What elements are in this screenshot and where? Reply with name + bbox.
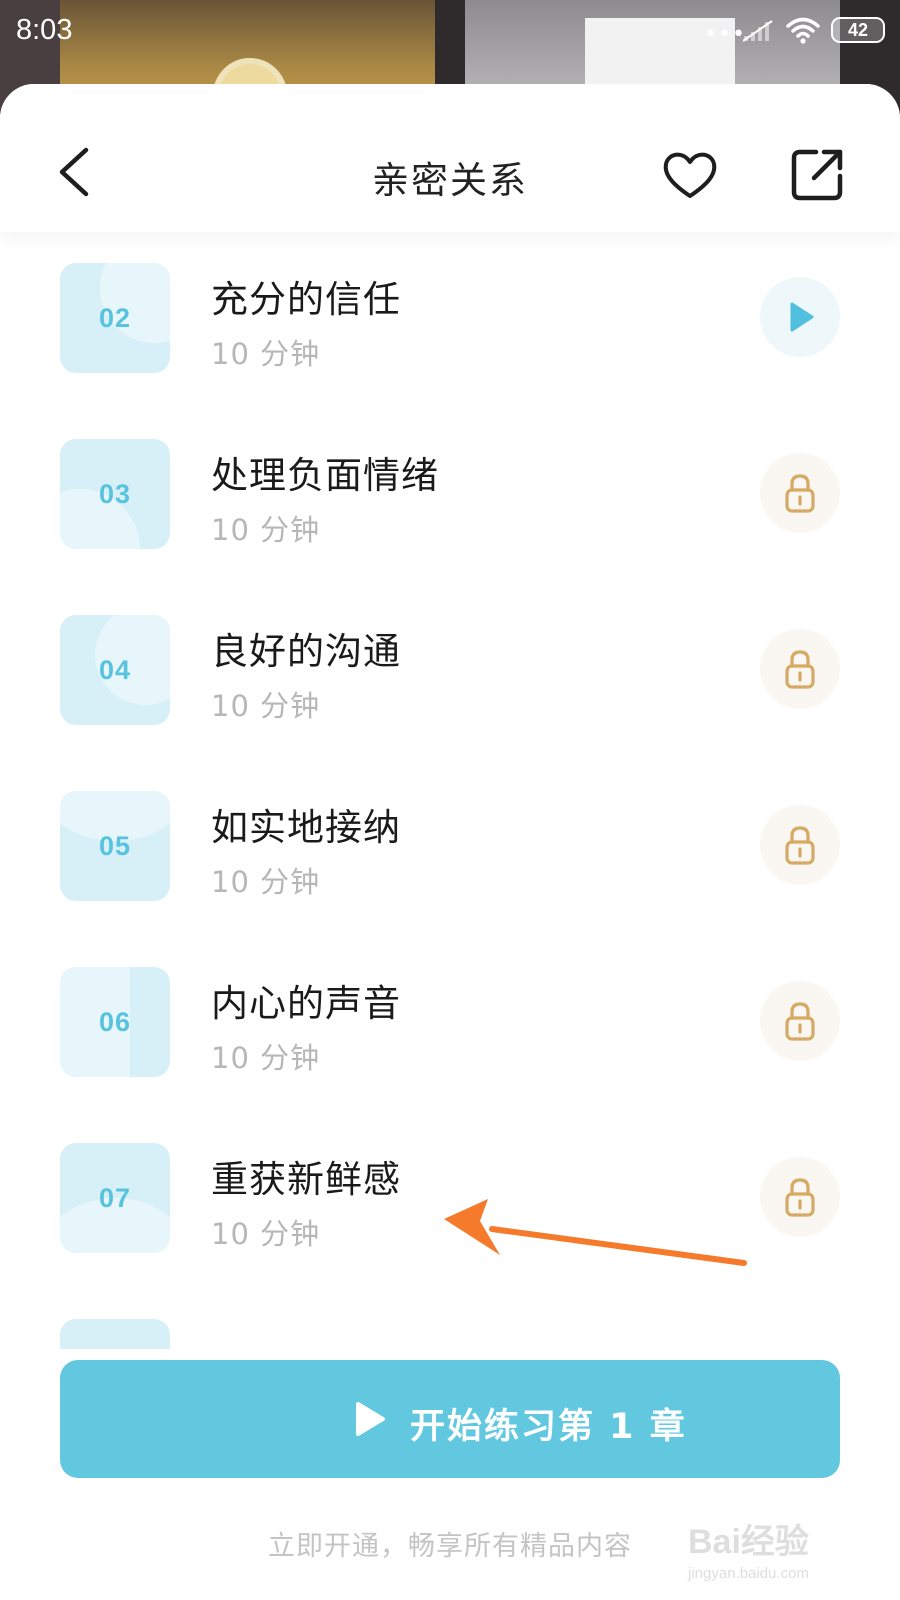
share-external-icon[interactable] bbox=[790, 146, 846, 202]
lesson-title: 处理负面情绪 bbox=[211, 454, 439, 497]
start-practice-button[interactable]: 开始练习第 1 章 bbox=[60, 1360, 840, 1478]
lesson-number: 05 bbox=[98, 831, 132, 861]
lesson-number: 06 bbox=[98, 1007, 132, 1037]
locked-badge[interactable] bbox=[760, 805, 840, 885]
annotation-arrow bbox=[444, 1199, 747, 1266]
header-bar: 亲密关系 bbox=[0, 84, 900, 232]
lesson-thumbnail: 04 bbox=[60, 615, 170, 725]
play-icon bbox=[356, 1402, 385, 1436]
lesson-title: 如实地接纳 bbox=[211, 806, 401, 849]
heart-outline-icon[interactable] bbox=[658, 146, 722, 202]
locked-badge[interactable] bbox=[760, 1157, 840, 1237]
lock-icon bbox=[785, 826, 815, 865]
lesson-thumbnail: 06 bbox=[60, 967, 170, 1077]
lesson-number: 02 bbox=[98, 303, 132, 333]
wifi-icon bbox=[786, 17, 820, 44]
status-bar: 8:03 ••• 42 bbox=[0, 0, 900, 62]
locked-badge[interactable] bbox=[760, 629, 840, 709]
locked-badge[interactable] bbox=[760, 981, 840, 1061]
play-button[interactable] bbox=[760, 277, 840, 357]
page-title: 亲密关系 bbox=[372, 159, 528, 202]
lock-icon bbox=[785, 474, 815, 513]
lesson-number: 04 bbox=[98, 655, 132, 685]
lesson-duration: 10 分钟 bbox=[211, 865, 321, 899]
lesson-duration: 10 分钟 bbox=[211, 337, 321, 371]
lesson-duration: 10 分钟 bbox=[211, 689, 321, 723]
lesson-duration: 10 分钟 bbox=[211, 513, 321, 547]
signal-icon bbox=[743, 20, 773, 42]
battery-indicator: 42 bbox=[831, 17, 885, 43]
locked-badge[interactable] bbox=[760, 453, 840, 533]
lock-icon bbox=[785, 650, 815, 689]
play-icon bbox=[790, 302, 814, 332]
lesson-thumbnail: 05 bbox=[60, 791, 170, 901]
lock-icon bbox=[785, 1002, 815, 1041]
status-dots: ••• bbox=[704, 22, 746, 47]
lesson-number: 03 bbox=[98, 479, 132, 509]
lesson-title: 充分的信任 bbox=[211, 278, 401, 321]
watermark: Bai经验 jingyan.baidu.com bbox=[688, 1514, 868, 1586]
lesson-duration: 10 分钟 bbox=[211, 1217, 321, 1251]
lesson-title: 重获新鲜感 bbox=[211, 1158, 401, 1201]
status-time: 8:03 bbox=[16, 14, 73, 46]
lesson-thumbnail bbox=[60, 1319, 170, 1349]
watermark-url: jingyan.baidu.com bbox=[688, 1565, 809, 1582]
list-item[interactable]: 05 如实地接纳 10 分钟 bbox=[0, 791, 900, 971]
lesson-title: 内心的声音 bbox=[211, 982, 401, 1025]
bottom-sheet: 亲密关系 02 充分的信任 10 分钟 03 处理负面情绪 10 分钟 04 良… bbox=[0, 84, 900, 1600]
lesson-thumbnail: 03 bbox=[60, 439, 170, 549]
lock-icon bbox=[785, 1178, 815, 1217]
lesson-title: 良好的沟通 bbox=[211, 630, 401, 673]
list-item[interactable]: 02 充分的信任 10 分钟 bbox=[0, 263, 900, 443]
start-button-label: 开始练习第 1 章 bbox=[410, 1407, 687, 1447]
lesson-thumbnail: 07 bbox=[60, 1143, 170, 1253]
lesson-thumbnail: 02 bbox=[60, 263, 170, 373]
list-item[interactable]: 06 内心的声音 10 分钟 bbox=[0, 967, 900, 1147]
lesson-duration: 10 分钟 bbox=[211, 1041, 321, 1075]
list-item[interactable]: 03 处理负面情绪 10 分钟 bbox=[0, 439, 900, 619]
lesson-number: 07 bbox=[98, 1183, 132, 1213]
watermark-logo: Bai经验 bbox=[688, 1523, 809, 1561]
list-item[interactable]: 04 良好的沟通 10 分钟 bbox=[0, 615, 900, 795]
